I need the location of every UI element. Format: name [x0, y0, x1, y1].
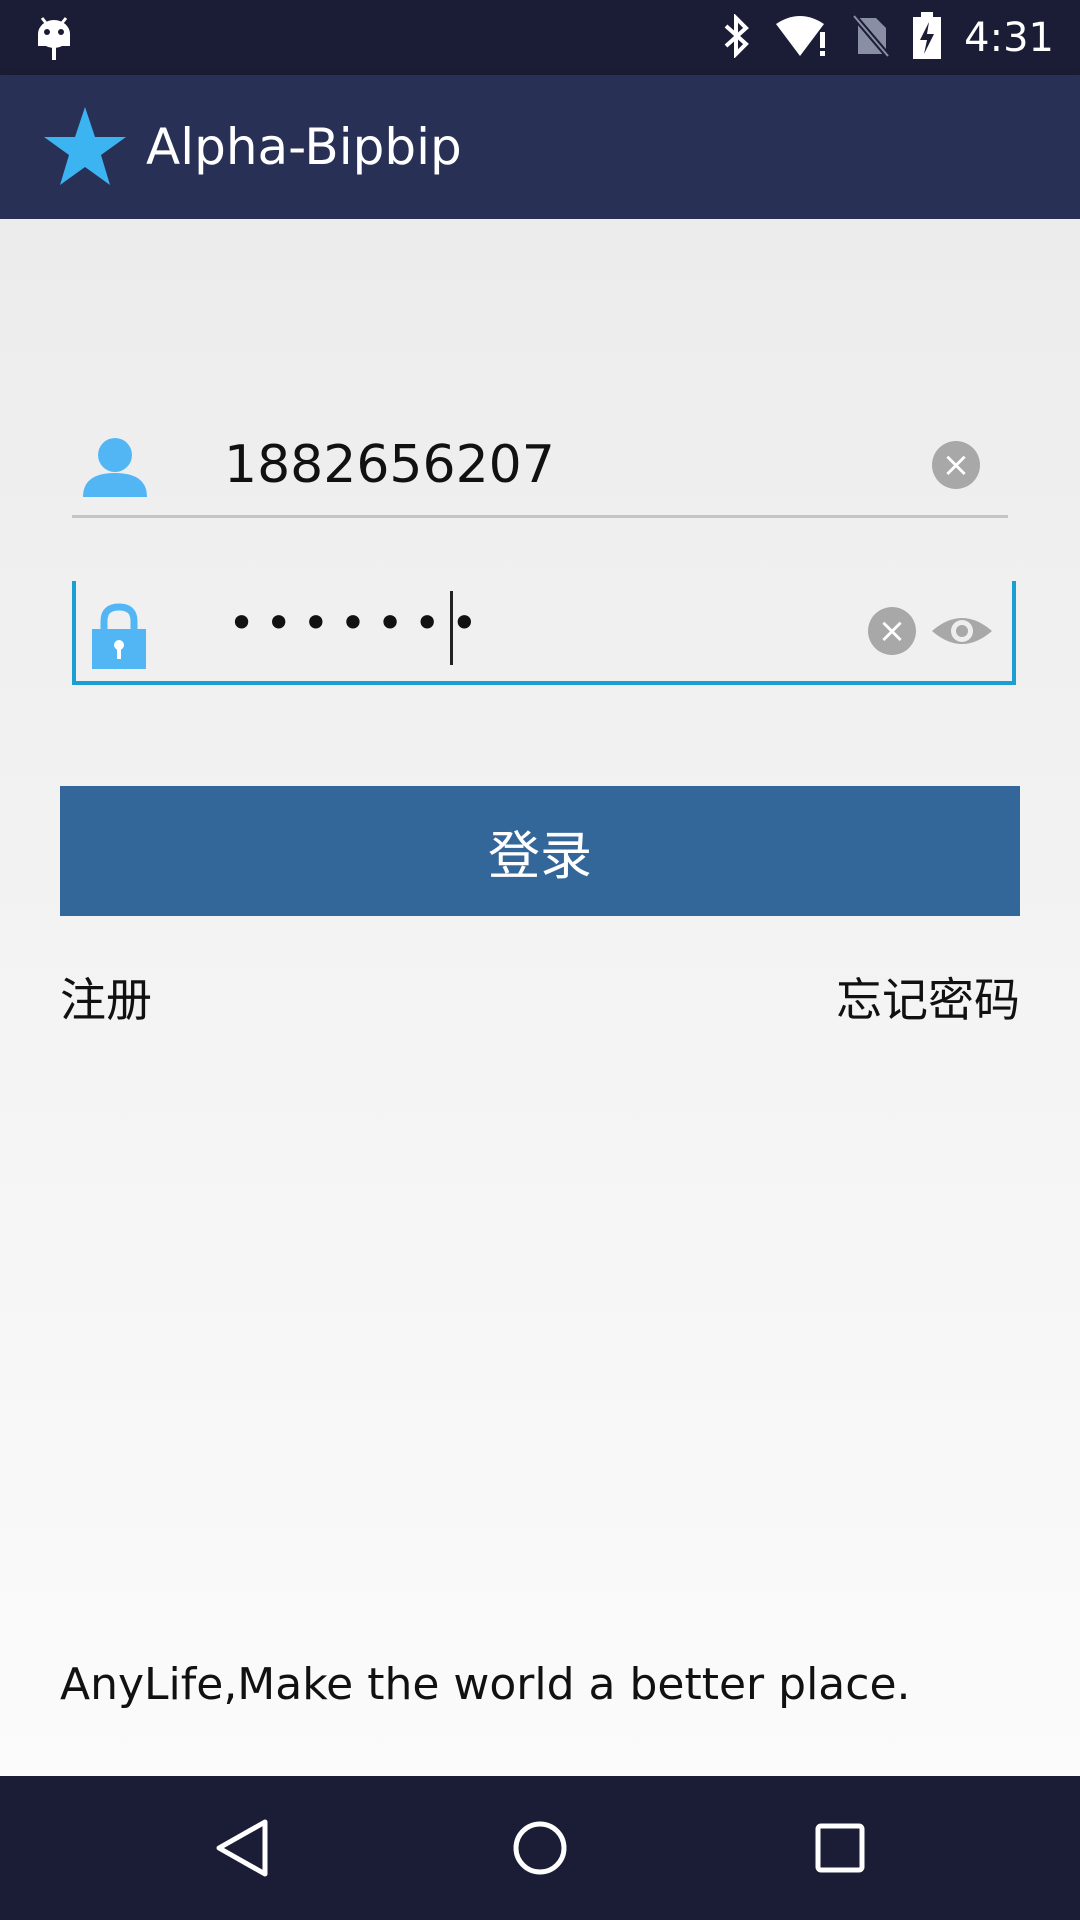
bluetooth-icon [722, 12, 752, 62]
recents-icon[interactable] [804, 1812, 876, 1884]
password-input[interactable]: ••••••• [228, 573, 488, 673]
status-bar: 4:31 [0, 0, 1080, 75]
app-bar: Alpha-Bipbip [0, 75, 1080, 219]
home-icon[interactable] [504, 1812, 576, 1884]
forgot-password-link[interactable]: 忘记密码 [836, 964, 1020, 1030]
username-field[interactable]: 1882656207 × [72, 415, 1008, 518]
star-icon [42, 105, 128, 193]
status-icons: 4:31 [722, 0, 1054, 75]
navigation-bar [0, 1776, 1080, 1920]
battery-charging-icon [912, 11, 942, 64]
lock-icon [84, 601, 154, 675]
app-title: Alpha-Bipbip [146, 118, 462, 176]
status-time: 4:31 [964, 14, 1054, 61]
password-field[interactable]: ••••••• × [72, 581, 1016, 685]
login-content: 1882656207 × ••••••• × 登录 注册 忘记密码 AnyLif… [0, 219, 1080, 1776]
back-icon[interactable] [205, 1812, 277, 1884]
clear-password-icon[interactable]: × [868, 607, 916, 655]
user-icon [80, 435, 150, 503]
text-cursor [450, 591, 453, 665]
username-input[interactable]: 1882656207 [224, 415, 555, 515]
show-password-eye-icon[interactable] [930, 611, 994, 655]
wifi-alert-icon [774, 14, 830, 62]
footer-tagline: AnyLife,Make the world a better place. [60, 1659, 911, 1710]
register-link[interactable]: 注册 [60, 964, 152, 1030]
no-sim-icon [851, 13, 891, 62]
clear-username-icon[interactable]: × [932, 441, 980, 489]
android-debug-icon [34, 14, 74, 66]
login-button[interactable]: 登录 [60, 786, 1020, 916]
